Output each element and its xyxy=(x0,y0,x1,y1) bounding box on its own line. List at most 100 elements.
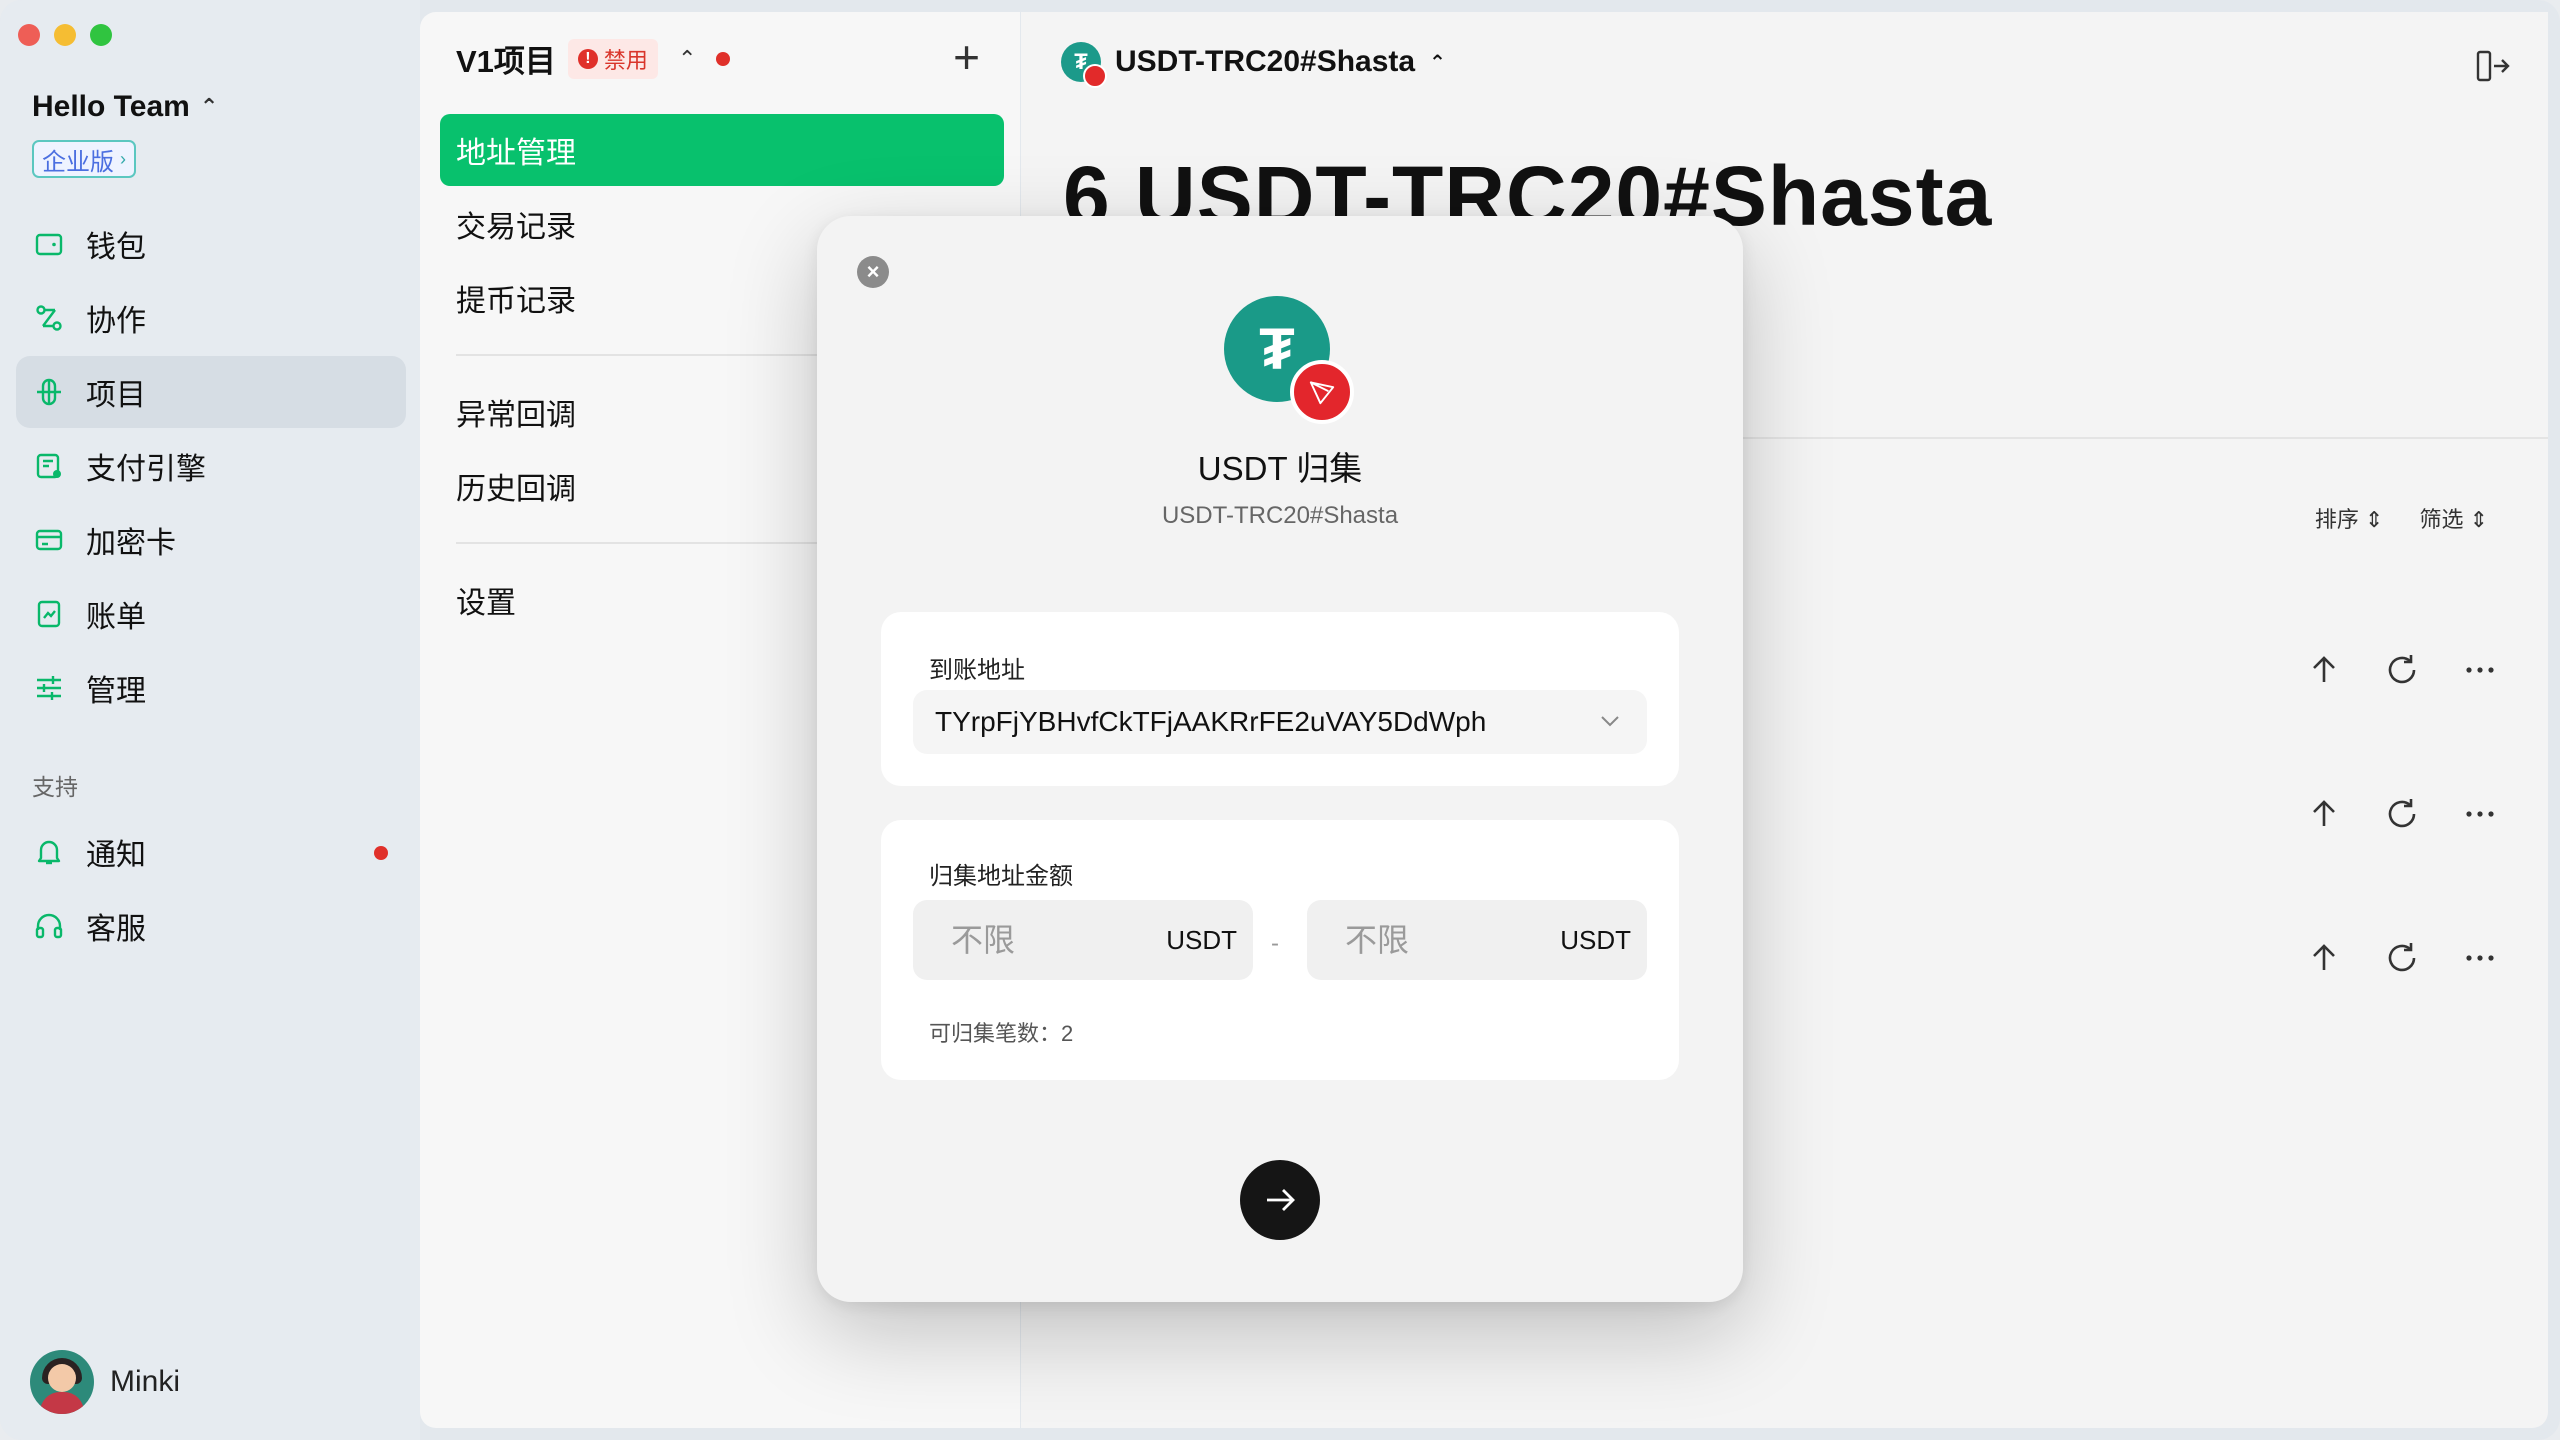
status-badge: ! 禁用 xyxy=(567,38,658,79)
add-icon[interactable]: + xyxy=(953,34,980,80)
usdt-coin-icon: ₮ xyxy=(1061,42,1107,88)
refresh-icon[interactable] xyxy=(2384,652,2420,688)
window-controls xyxy=(18,24,112,46)
filter-button[interactable]: 筛选 ⇕ xyxy=(2419,502,2488,534)
list-toolbar: 排序 ⇕ 筛选 ⇕ xyxy=(2315,502,2488,534)
chevron-updown-icon: ⌃ xyxy=(1429,51,1446,74)
max-amount-field[interactable]: USDT xyxy=(1307,900,1647,980)
row-actions xyxy=(2306,796,2498,832)
team-name: Hello Team xyxy=(32,90,190,123)
close-window-button[interactable] xyxy=(18,24,40,46)
sidebar-item-collab[interactable]: 协作 xyxy=(16,282,406,354)
unread-indicator xyxy=(374,846,388,860)
sidebar: Hello Team ⌃ 企业版 › 钱包 协作 项目 支付引擎 加密卡 账单 … xyxy=(0,0,420,1440)
submit-button[interactable] xyxy=(1240,1160,1320,1240)
sidebar-item-manage[interactable]: 管理 xyxy=(16,652,406,724)
unit-label: USDT xyxy=(1560,924,1631,955)
usdt-coin-icon: ₮ xyxy=(1224,296,1354,424)
chevron-updown-icon: ⌃ xyxy=(677,45,697,71)
project-icon xyxy=(32,375,66,409)
address-label: 到账地址 xyxy=(929,657,1025,684)
sidebar-item-label: 加密卡 xyxy=(86,527,176,560)
close-modal-button[interactable]: × xyxy=(857,256,889,288)
address-value: TYrpFjYBHvfCkTFjAAKRrFE2uVAY5DdWph xyxy=(935,706,1487,737)
count-label: 可归集笔数： xyxy=(929,1021,1062,1046)
edition-badge[interactable]: 企业版 › xyxy=(32,140,136,178)
sidebar-item-label: 通知 xyxy=(86,839,146,872)
arrow-up-icon[interactable] xyxy=(2306,652,2342,688)
chevron-down-icon xyxy=(1601,716,1619,727)
sidebar-item-label: 账单 xyxy=(86,601,146,634)
chevron-updown-icon: ⌃ xyxy=(199,94,219,119)
refresh-icon[interactable] xyxy=(2384,940,2420,976)
card-icon xyxy=(32,523,66,557)
more-icon[interactable] xyxy=(2462,940,2498,976)
alert-icon: ! xyxy=(577,48,598,69)
arrow-up-icon[interactable] xyxy=(2306,940,2342,976)
sort-button[interactable]: 排序 ⇕ xyxy=(2315,502,2384,534)
sidebar-item-projects[interactable]: 项目 xyxy=(16,356,406,428)
coin-switcher[interactable]: ₮ USDT-TRC20#Shasta ⌃ xyxy=(1061,42,1446,88)
sidebar-item-payment-engine[interactable]: 支付引擎 xyxy=(16,430,406,502)
collaboration-icon xyxy=(32,301,66,335)
min-amount-input[interactable] xyxy=(949,920,1133,960)
project-switcher[interactable]: V1项目 ! 禁用 ⌃ xyxy=(456,36,731,81)
min-amount-field[interactable]: USDT xyxy=(913,900,1253,980)
sidebar-nav: 钱包 协作 项目 支付引擎 加密卡 账单 管理 xyxy=(16,208,406,726)
arrow-right-icon xyxy=(1267,1189,1295,1211)
payment-engine-icon xyxy=(32,449,66,483)
app-window: Hello Team ⌃ 企业版 › 钱包 协作 项目 支付引擎 加密卡 账单 … xyxy=(0,0,2560,1440)
minimize-window-button[interactable] xyxy=(54,24,76,46)
edition-label: 企业版 xyxy=(42,148,114,176)
more-icon[interactable] xyxy=(2462,796,2498,832)
count-value: 2 xyxy=(1061,1021,1074,1046)
sidebar-item-label: 管理 xyxy=(86,675,146,708)
max-amount-input[interactable] xyxy=(1343,920,1527,960)
project-title: V1项目 xyxy=(456,44,556,79)
refresh-icon[interactable] xyxy=(2384,796,2420,832)
user-profile[interactable]: Minki xyxy=(30,1350,180,1414)
menu-item-address[interactable]: 地址管理 xyxy=(440,114,1004,186)
filter-label: 筛选 xyxy=(2419,507,2464,532)
modal-subtitle: USDT-TRC20#Shasta xyxy=(1161,502,1399,529)
sidebar-item-label: 钱包 xyxy=(86,231,146,264)
modal-title: USDT 归集 xyxy=(1197,450,1363,487)
sidebar-item-crypto-card[interactable]: 加密卡 xyxy=(16,504,406,576)
row-actions xyxy=(2306,940,2498,976)
collect-modal: × ₮ USDT 归集 USDT-TRC20#Shasta 到账地址 TYrpF… xyxy=(817,216,1743,1302)
sidebar-item-bills[interactable]: 账单 xyxy=(16,578,406,650)
status-badge-label: 禁用 xyxy=(603,47,648,73)
sidebar-item-label: 客服 xyxy=(86,913,146,946)
coin-name: USDT-TRC20#Shasta xyxy=(1115,45,1416,78)
sidebar-item-notifications[interactable]: 通知 xyxy=(16,816,406,888)
arrow-up-icon[interactable] xyxy=(2306,796,2342,832)
address-select[interactable]: TYrpFjYBHvfCkTFjAAKRrFE2uVAY5DdWph xyxy=(913,690,1647,754)
bill-icon xyxy=(32,597,66,631)
team-switcher[interactable]: Hello Team ⌃ xyxy=(32,90,218,124)
tron-icon xyxy=(1083,64,1107,88)
status-dot xyxy=(716,51,731,66)
zoom-window-button[interactable] xyxy=(90,24,112,46)
headphones-icon xyxy=(32,909,66,943)
bell-icon xyxy=(32,835,66,869)
logout-icon[interactable] xyxy=(2472,46,2512,86)
unit-label: USDT xyxy=(1166,924,1237,955)
sidebar-item-support[interactable]: 客服 xyxy=(16,890,406,962)
sidebar-item-label: 协作 xyxy=(86,305,146,338)
collectable-count: 可归集笔数：2 xyxy=(929,1016,1073,1048)
more-icon[interactable] xyxy=(2462,652,2498,688)
chevron-right-icon: › xyxy=(120,148,126,169)
user-name: Minki xyxy=(110,1365,181,1398)
wallet-icon xyxy=(32,227,66,261)
avatar xyxy=(30,1350,94,1414)
range-separator: - xyxy=(1271,930,1279,957)
sidebar-item-label: 项目 xyxy=(86,379,146,412)
sidebar-item-label: 支付引擎 xyxy=(86,453,206,486)
row-actions xyxy=(2306,652,2498,688)
support-section-title: 支持 xyxy=(32,774,78,800)
sidebar-item-wallet[interactable]: 钱包 xyxy=(16,208,406,280)
support-nav: 通知 客服 xyxy=(16,816,406,964)
address-card: 到账地址 TYrpFjYBHvfCkTFjAAKRrFE2uVAY5DdWph xyxy=(881,612,1679,786)
amount-card: 归集地址金额 USDT - USDT 可归集笔数：2 xyxy=(881,820,1679,1080)
amount-label: 归集地址金额 xyxy=(929,863,1073,890)
